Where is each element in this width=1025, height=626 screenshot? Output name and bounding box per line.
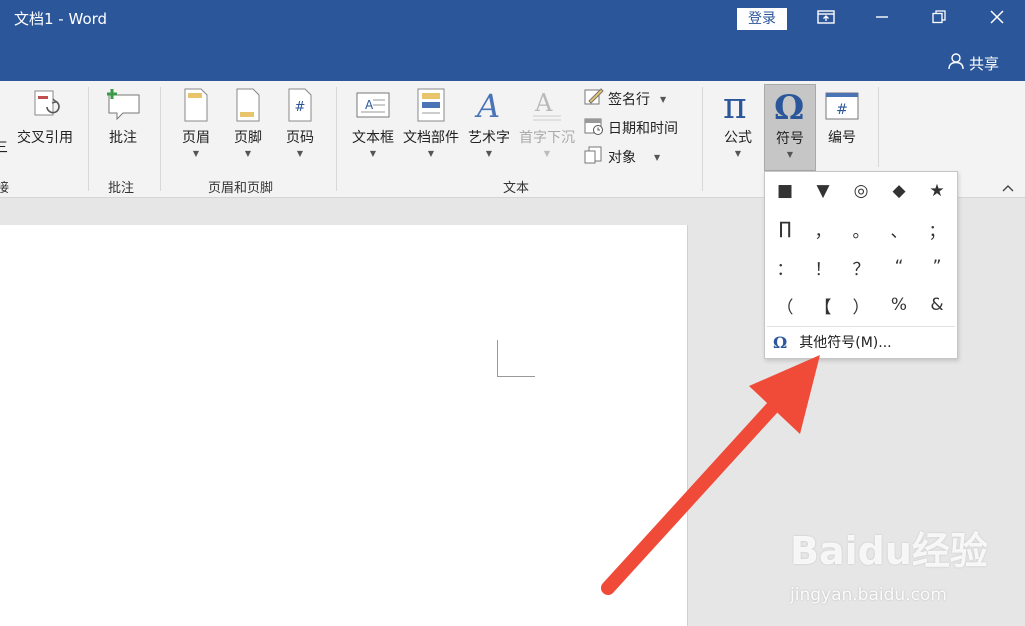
watermark-url: jingyan.baidu.com [790, 585, 947, 605]
watermark-logo: Baidu经验 [790, 529, 988, 573]
